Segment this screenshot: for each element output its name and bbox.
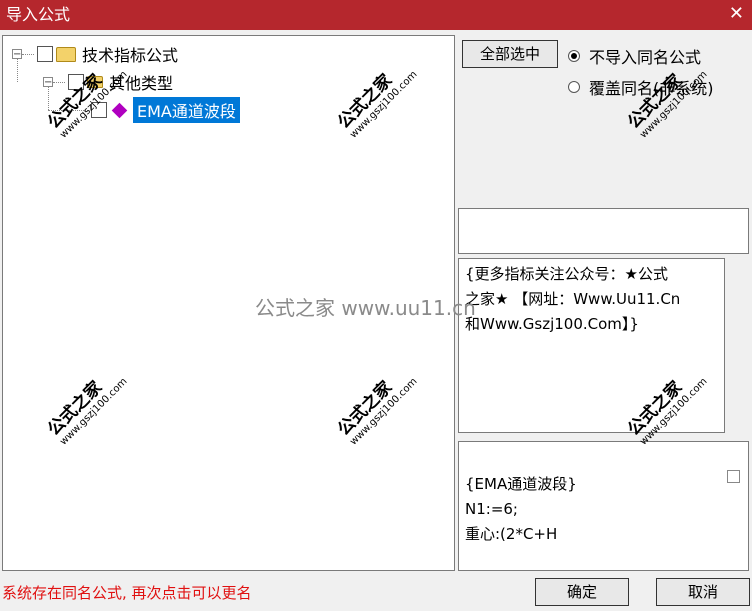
code-line: N1:=6; bbox=[465, 500, 518, 518]
tree-connector bbox=[22, 53, 34, 55]
tree-node-label: EMA通道波段 bbox=[133, 97, 240, 123]
radio-label: 不导入同名公式 bbox=[589, 48, 702, 67]
radio-overwrite-duplicates[interactable]: 覆盖同名(非系统) bbox=[568, 75, 714, 99]
code-line: 重心:(2*C+H bbox=[465, 525, 558, 543]
close-icon[interactable]: ✕ bbox=[729, 4, 744, 24]
tree-node-technical-indicators[interactable]: − 技术指标公式 bbox=[12, 42, 178, 66]
status-message: 系统存在同名公式, 再次点击可以更名 bbox=[2, 584, 252, 602]
checkbox[interactable] bbox=[37, 46, 53, 62]
tree-node-other-types[interactable]: − 其他类型 bbox=[43, 70, 173, 94]
scrollbar-toggle-icon[interactable] bbox=[727, 470, 740, 483]
radio-selected-icon[interactable] bbox=[568, 50, 580, 62]
collapse-icon[interactable]: − bbox=[43, 77, 53, 88]
description-line: 和Www.Gszj100.Com】} bbox=[465, 315, 639, 333]
tree-node-label: 其他类型 bbox=[109, 74, 174, 93]
tree-node-ema-channel[interactable]: EMA通道波段 bbox=[48, 97, 240, 123]
select-all-button[interactable]: 全部选中 bbox=[462, 40, 558, 68]
tree-connector bbox=[53, 81, 65, 83]
radio-unselected-icon[interactable] bbox=[568, 81, 580, 93]
folder-icon bbox=[87, 76, 103, 88]
code-preview-box: {EMA通道波段} N1:=6; 重心:(2*C+H bbox=[458, 441, 749, 571]
radio-label: 覆盖同名(非系统) bbox=[589, 79, 714, 98]
checkbox[interactable] bbox=[68, 74, 84, 90]
folder-icon bbox=[56, 46, 76, 62]
code-line: {EMA通道波段} bbox=[465, 475, 577, 493]
cancel-button[interactable]: 取消 bbox=[656, 578, 750, 606]
collapse-icon[interactable]: − bbox=[12, 49, 22, 60]
tree-node-label: 技术指标公式 bbox=[82, 46, 179, 65]
description-box: {更多指标关注公众号：★公式 之家★ 【网址：Www.Uu11.Cn 和Www.… bbox=[458, 258, 725, 433]
formula-tree: − 技术指标公式 − 其他类型 EMA通道波段 bbox=[2, 35, 455, 571]
rename-field[interactable] bbox=[458, 208, 749, 254]
checkbox[interactable] bbox=[91, 102, 107, 118]
tree-connector bbox=[48, 109, 88, 111]
description-line: {更多指标关注公众号：★公式 bbox=[465, 265, 668, 283]
radio-skip-duplicates[interactable]: 不导入同名公式 bbox=[568, 44, 701, 68]
description-line: 之家★ 【网址：Www.Uu11.Cn bbox=[465, 290, 681, 308]
ok-button[interactable]: 确定 bbox=[535, 578, 629, 606]
window-title: 导入公式 bbox=[6, 5, 71, 24]
title-bar: 导入公式 ✕ bbox=[0, 0, 752, 30]
formula-icon bbox=[111, 102, 128, 118]
